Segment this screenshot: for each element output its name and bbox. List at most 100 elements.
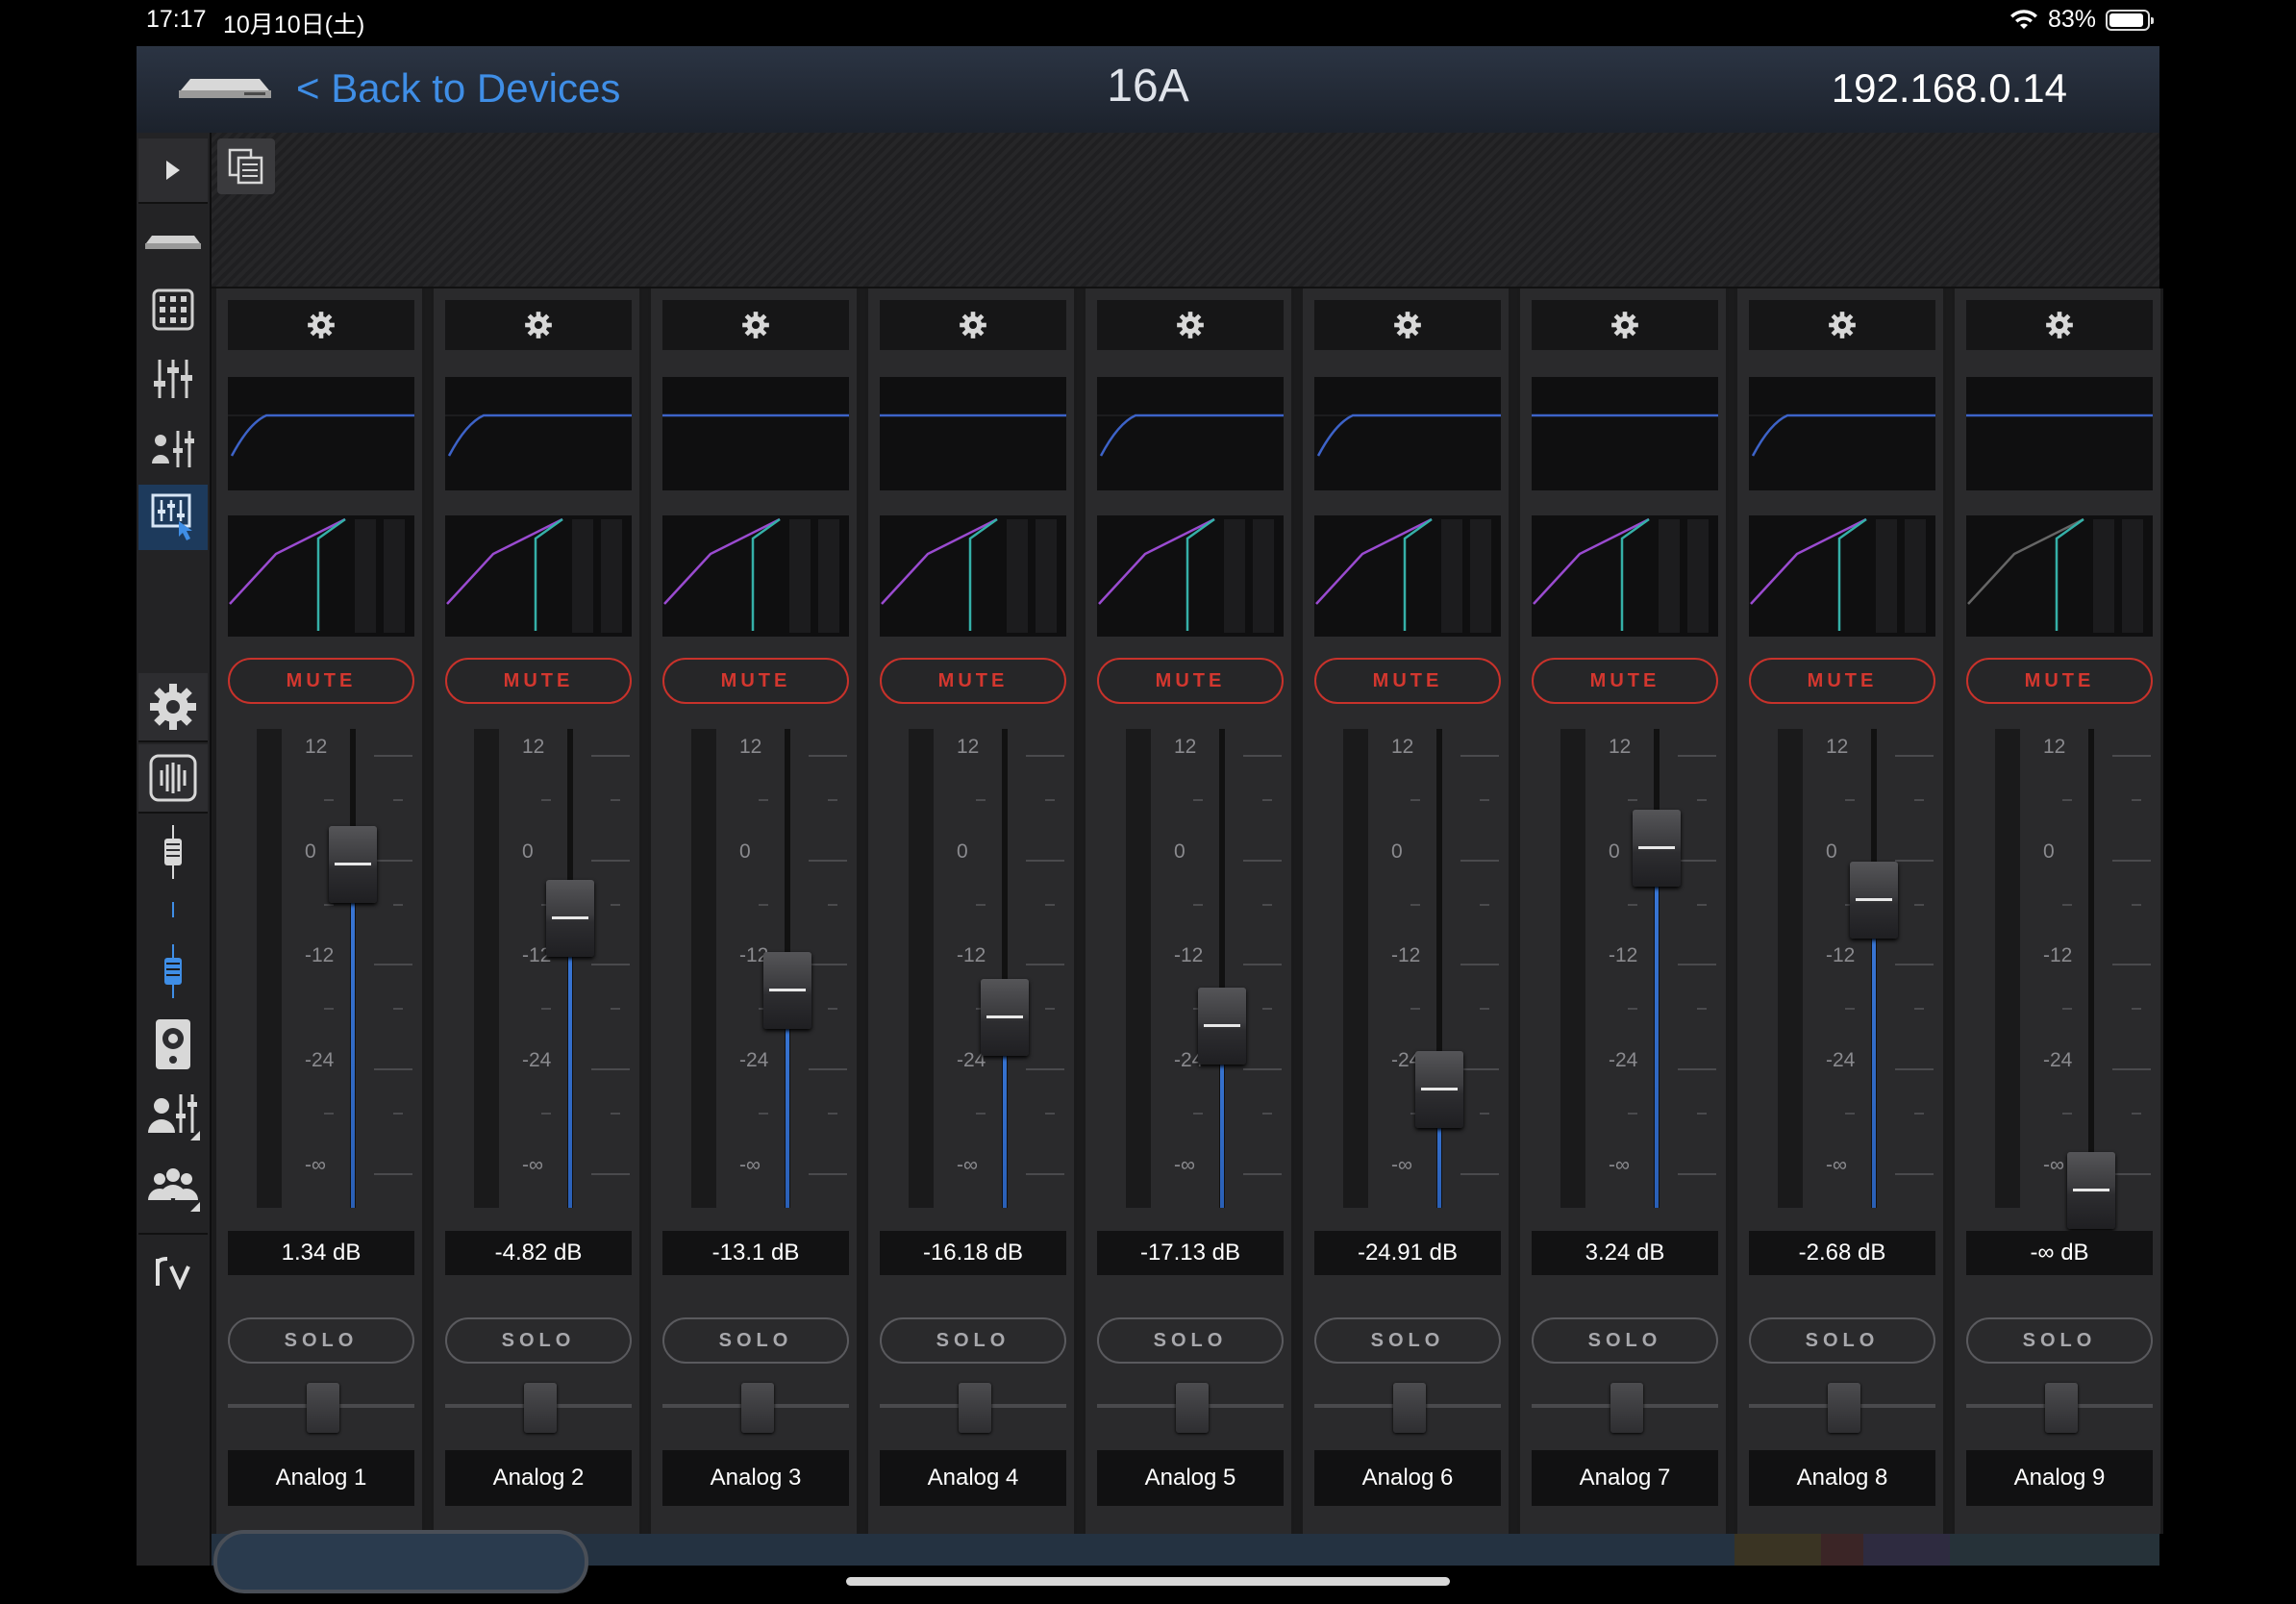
- pan-knob[interactable]: [1828, 1383, 1860, 1433]
- sidebar-item-monitor[interactable]: [138, 1010, 208, 1079]
- dynamics-display[interactable]: [880, 515, 1066, 637]
- pan-knob[interactable]: [1393, 1383, 1426, 1433]
- fader-track[interactable]: [567, 729, 573, 1208]
- fader-track[interactable]: [350, 729, 356, 1208]
- mute-button[interactable]: MUTE: [662, 658, 849, 704]
- pan-knob[interactable]: [959, 1383, 991, 1433]
- channel-settings-button[interactable]: [1749, 300, 1935, 350]
- gain-readout[interactable]: -24.91 dB: [1314, 1231, 1501, 1275]
- device-icon[interactable]: [177, 75, 273, 102]
- channel-name[interactable]: Analog 1: [228, 1450, 414, 1506]
- gain-readout[interactable]: -4.82 dB: [445, 1231, 632, 1275]
- solo-button[interactable]: SOLO: [1532, 1317, 1718, 1364]
- mute-button[interactable]: MUTE: [228, 658, 414, 704]
- pan-knob[interactable]: [2045, 1383, 2078, 1433]
- sidebar-item-device[interactable]: [138, 210, 208, 275]
- mute-button[interactable]: MUTE: [1749, 658, 1935, 704]
- fader-knob[interactable]: [763, 952, 811, 1030]
- solo-button[interactable]: SOLO: [1097, 1317, 1284, 1364]
- sidebar-item-settings[interactable]: [138, 673, 208, 742]
- fader-knob[interactable]: [1415, 1051, 1463, 1129]
- solo-button[interactable]: SOLO: [228, 1317, 414, 1364]
- dynamics-display[interactable]: [1532, 515, 1718, 637]
- sidebar-item-sends[interactable]: [138, 415, 208, 481]
- channel-settings-button[interactable]: [880, 300, 1066, 350]
- sidebar-item-channel-strip-selected[interactable]: [138, 937, 208, 1006]
- dynamics-display[interactable]: [445, 515, 632, 637]
- back-to-devices-button[interactable]: < Back to Devices: [296, 65, 620, 112]
- sidebar-item-user-mix[interactable]: [138, 1081, 208, 1150]
- channel-settings-button[interactable]: [1532, 300, 1718, 350]
- sidebar-item-speaker-panel[interactable]: [138, 744, 208, 814]
- channel-settings-button[interactable]: [1314, 300, 1501, 350]
- pan-knob[interactable]: [307, 1383, 339, 1433]
- fader-knob[interactable]: [329, 826, 377, 904]
- channel-settings-button[interactable]: [445, 300, 632, 350]
- mute-button[interactable]: MUTE: [880, 658, 1066, 704]
- channel-name[interactable]: Analog 2: [445, 1450, 632, 1506]
- channel-name[interactable]: Analog 9: [1966, 1450, 2153, 1506]
- gain-readout[interactable]: 3.24 dB: [1532, 1231, 1718, 1275]
- sidebar-item-mixer[interactable]: [138, 346, 208, 412]
- pan-knob[interactable]: [741, 1383, 774, 1433]
- solo-button[interactable]: SOLO: [1314, 1317, 1501, 1364]
- gain-readout[interactable]: 1.34 dB: [228, 1231, 414, 1275]
- solo-button[interactable]: SOLO: [1749, 1317, 1935, 1364]
- sidebar-item-logo[interactable]: [138, 1233, 208, 1306]
- fader-track[interactable]: [1219, 729, 1225, 1208]
- scroller-thumb[interactable]: [213, 1530, 588, 1593]
- solo-button[interactable]: SOLO: [445, 1317, 632, 1364]
- fader-knob[interactable]: [981, 979, 1029, 1057]
- eq-display[interactable]: [445, 377, 632, 490]
- channel-name[interactable]: Analog 5: [1097, 1450, 1284, 1506]
- gain-readout[interactable]: -16.18 dB: [880, 1231, 1066, 1275]
- dynamics-display[interactable]: [228, 515, 414, 637]
- gain-readout[interactable]: -2.68 dB: [1749, 1231, 1935, 1275]
- channel-name[interactable]: Analog 7: [1532, 1450, 1718, 1506]
- mute-button[interactable]: MUTE: [1314, 658, 1501, 704]
- eq-display[interactable]: [1097, 377, 1284, 490]
- channel-name[interactable]: Analog 4: [880, 1450, 1066, 1506]
- gain-readout[interactable]: -∞ dB: [1966, 1231, 2153, 1275]
- channel-settings-button[interactable]: [662, 300, 849, 350]
- mute-button[interactable]: MUTE: [1966, 658, 2153, 704]
- channel-settings-button[interactable]: [1966, 300, 2153, 350]
- eq-display[interactable]: [880, 377, 1066, 490]
- eq-display[interactable]: [1532, 377, 1718, 490]
- pan-knob[interactable]: [524, 1383, 557, 1433]
- channel-name[interactable]: Analog 3: [662, 1450, 849, 1506]
- mute-button[interactable]: MUTE: [1097, 658, 1284, 704]
- pan-knob[interactable]: [1610, 1383, 1643, 1433]
- eq-display[interactable]: [1314, 377, 1501, 490]
- solo-button[interactable]: SOLO: [1966, 1317, 2153, 1364]
- gain-readout[interactable]: -13.1 dB: [662, 1231, 849, 1275]
- mute-button[interactable]: MUTE: [445, 658, 632, 704]
- dynamics-display[interactable]: [1097, 515, 1284, 637]
- channel-scroller[interactable]: [212, 1530, 2159, 1593]
- fader-knob[interactable]: [546, 880, 594, 958]
- sidebar-item-touch-mixer[interactable]: [138, 485, 208, 550]
- fader-knob[interactable]: [1198, 987, 1246, 1065]
- channel-settings-button[interactable]: [1097, 300, 1284, 350]
- channel-settings-button[interactable]: [228, 300, 414, 350]
- fader-track[interactable]: [1654, 729, 1660, 1208]
- copy-channel-button[interactable]: [217, 138, 275, 194]
- channel-name[interactable]: Analog 8: [1749, 1450, 1935, 1506]
- eq-display[interactable]: [228, 377, 414, 490]
- fader-track[interactable]: [1871, 729, 1877, 1208]
- sidebar-item-matrix[interactable]: [138, 277, 208, 342]
- dynamics-display[interactable]: [1966, 515, 2153, 637]
- dynamics-display[interactable]: [1314, 515, 1501, 637]
- pan-knob[interactable]: [1176, 1383, 1209, 1433]
- fader-track[interactable]: [1436, 729, 1442, 1208]
- mute-button[interactable]: MUTE: [1532, 658, 1718, 704]
- fader-knob[interactable]: [1633, 810, 1681, 888]
- eq-display[interactable]: [1966, 377, 2153, 490]
- solo-button[interactable]: SOLO: [880, 1317, 1066, 1364]
- eq-display[interactable]: [1749, 377, 1935, 490]
- dynamics-display[interactable]: [662, 515, 849, 637]
- fader-track[interactable]: [2088, 729, 2094, 1208]
- eq-display[interactable]: [662, 377, 849, 490]
- dynamics-display[interactable]: [1749, 515, 1935, 637]
- gain-readout[interactable]: -17.13 dB: [1097, 1231, 1284, 1275]
